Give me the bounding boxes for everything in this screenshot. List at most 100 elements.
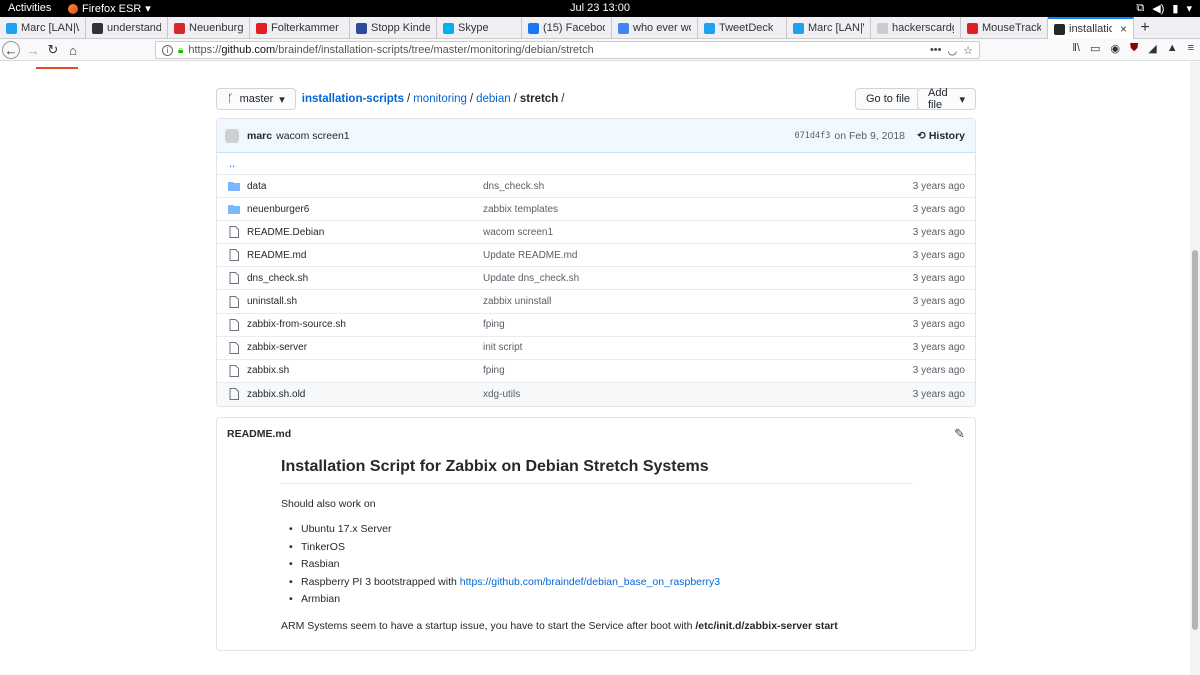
browser-tab[interactable]: hackerscardgame bbox=[871, 17, 961, 39]
megaphone-icon[interactable]: ◢ bbox=[1148, 42, 1156, 55]
url-text[interactable]: https://github.com/braindef/installation… bbox=[188, 44, 593, 56]
sidebar-icon[interactable]: ▭ bbox=[1090, 42, 1100, 55]
breadcrumb-current: stretch bbox=[519, 93, 559, 105]
file-row[interactable]: data dns_check.sh 3 years ago bbox=[217, 175, 975, 199]
go-to-file-button[interactable]: Go to file bbox=[855, 88, 922, 110]
file-commit-message[interactable]: fping bbox=[483, 365, 913, 376]
file-row[interactable]: uninstall.sh zabbix uninstall 3 years ago bbox=[217, 290, 975, 314]
system-tray[interactable]: ⧉ ◀) ▮ ▾ bbox=[1136, 2, 1192, 15]
extension-icon[interactable]: ◉ bbox=[1110, 42, 1120, 55]
readme-list-item: Raspberry PI 3 bootstrapped with https:/… bbox=[281, 574, 913, 592]
page-scrollbar[interactable] bbox=[1190, 62, 1200, 675]
history-link[interactable]: ⟲ History bbox=[917, 130, 965, 142]
lock-icon[interactable]: 🔒︎ bbox=[178, 45, 183, 56]
file-commit-age: 3 years ago bbox=[912, 272, 965, 284]
edit-pencil-icon[interactable]: ✎ bbox=[954, 426, 965, 442]
scrollbar-thumb[interactable] bbox=[1192, 250, 1198, 630]
close-tab-icon[interactable]: × bbox=[1120, 22, 1127, 36]
file-commit-message[interactable]: init script bbox=[483, 342, 913, 353]
extension-icon[interactable]: ▲ bbox=[1167, 42, 1178, 55]
file-name-link[interactable]: README.Debian bbox=[247, 227, 483, 238]
file-icon bbox=[227, 295, 241, 308]
readme-list-item: Ubuntu 17.x Server bbox=[281, 521, 913, 539]
browser-tab[interactable]: (15) Facebook bbox=[522, 17, 612, 39]
commit-sha[interactable]: 071d4f3 bbox=[795, 131, 831, 141]
file-name-link[interactable]: dns_check.sh bbox=[247, 273, 483, 284]
file-name-link[interactable]: neuenburger6 bbox=[247, 204, 483, 215]
file-name-link[interactable]: zabbix.sh.old bbox=[247, 389, 483, 400]
file-commit-message[interactable]: fping bbox=[483, 319, 913, 330]
app-menu[interactable]: Firefox ESR ▾ bbox=[68, 2, 151, 15]
pocket-icon[interactable]: ◡ bbox=[948, 44, 958, 57]
avatar[interactable] bbox=[225, 128, 239, 143]
browser-tab[interactable]: installation × bbox=[1048, 17, 1134, 39]
readme-link[interactable]: https://github.com/braindef/debian_base_… bbox=[460, 576, 720, 588]
file-name-link[interactable]: zabbix-from-source.sh bbox=[247, 319, 483, 330]
parent-directory-link[interactable]: .. bbox=[217, 153, 975, 175]
file-row[interactable]: zabbix.sh.old xdg-utils 3 years ago bbox=[217, 382, 975, 406]
file-commit-age: 3 years ago bbox=[912, 388, 965, 400]
file-icon bbox=[227, 364, 241, 377]
file-name-link[interactable]: zabbix-server bbox=[247, 342, 483, 353]
file-row[interactable]: README.md Update README.md 3 years ago bbox=[217, 244, 975, 268]
browser-tab[interactable]: MouseTracker bbox=[961, 17, 1048, 39]
file-commit-message[interactable]: xdg-utils bbox=[483, 389, 913, 400]
back-button[interactable]: ← bbox=[2, 41, 20, 59]
home-button[interactable]: ⌂ bbox=[64, 41, 82, 59]
page-actions-icon[interactable]: ••• bbox=[930, 44, 942, 57]
file-row[interactable]: zabbix-from-source.sh fping 3 years ago bbox=[217, 314, 975, 337]
browser-tab[interactable]: Neuenburgers bbox=[168, 17, 250, 39]
bookmark-star-icon[interactable]: ☆ bbox=[963, 44, 973, 57]
browser-tab[interactable]: Marc [LAN|W bbox=[0, 17, 86, 39]
file-row[interactable]: zabbix-server init script 3 years ago bbox=[217, 337, 975, 360]
file-commit-message[interactable]: dns_check.sh bbox=[483, 181, 913, 192]
activities-button[interactable]: Activities bbox=[8, 2, 51, 14]
forward-button[interactable]: → bbox=[24, 41, 42, 59]
file-name-link[interactable]: uninstall.sh bbox=[247, 296, 483, 307]
toolbar-extensions: ‖\ ▭ ◉ ⛊ ◢ ▲ ≡ bbox=[1072, 42, 1194, 55]
url-scheme: https:// bbox=[188, 44, 222, 56]
file-row[interactable]: zabbix.sh fping 3 years ago bbox=[217, 360, 975, 383]
ublock-icon[interactable]: ⛊ bbox=[1130, 42, 1138, 55]
file-name-link[interactable]: zabbix.sh bbox=[247, 365, 483, 376]
readme-note-command: /etc/init.d/zabbix-server start bbox=[695, 619, 838, 632]
info-icon[interactable]: i bbox=[162, 44, 173, 56]
readme-intro: Should also work on bbox=[281, 498, 376, 510]
file-row[interactable]: README.Debian wacom screen1 3 years ago bbox=[217, 221, 975, 245]
readme-list-text: TinkerOS bbox=[301, 540, 345, 553]
file-row[interactable]: neuenburger6 zabbix templates 3 years ago bbox=[217, 198, 975, 222]
menu-icon[interactable]: ≡ bbox=[1188, 42, 1194, 55]
file-commit-message[interactable]: zabbix templates bbox=[483, 204, 913, 215]
file-commit-message[interactable]: wacom screen1 bbox=[483, 227, 913, 238]
browser-tab[interactable]: who ever woke bbox=[612, 17, 698, 39]
commit-date: on Feb 9, 2018 bbox=[834, 129, 905, 142]
clock[interactable]: Jul 23 13:00 bbox=[0, 2, 1200, 14]
url-bar[interactable]: i 🔒︎ https://github.com/braindef/install… bbox=[155, 41, 980, 59]
file-row[interactable]: dns_check.sh Update dns_check.sh 3 years a… bbox=[217, 267, 975, 291]
file-commit-message[interactable]: zabbix uninstall bbox=[483, 296, 913, 307]
branch-select-button[interactable]: ᚴ master ▾ bbox=[216, 88, 296, 110]
breadcrumb-link-monitoring[interactable]: monitoring bbox=[413, 93, 467, 105]
file-commit-message[interactable]: Update README.md bbox=[483, 250, 913, 261]
file-name-link[interactable]: README.md bbox=[247, 250, 483, 261]
commit-author[interactable]: marc bbox=[247, 130, 272, 142]
file-icon bbox=[227, 249, 241, 262]
browser-tab[interactable]: TweetDeck bbox=[698, 17, 787, 39]
network-icon: ⧉ bbox=[1136, 2, 1145, 14]
commit-message[interactable]: wacom screen1 bbox=[276, 130, 350, 142]
breadcrumb-repo-link[interactable]: installation-scripts bbox=[302, 93, 404, 105]
breadcrumb-link-debian[interactable]: debian bbox=[476, 93, 511, 105]
browser-tab[interactable]: Stopp Kinderp bbox=[350, 17, 437, 39]
reload-button[interactable]: ↻ bbox=[44, 41, 62, 59]
new-tab-button[interactable]: + bbox=[1134, 17, 1156, 39]
library-icon[interactable]: ‖\ bbox=[1072, 42, 1080, 55]
file-name-link[interactable]: data bbox=[247, 181, 483, 192]
browser-tab[interactable]: Skype bbox=[437, 17, 522, 39]
browser-tab[interactable]: Marc [LAN|W bbox=[787, 17, 871, 39]
file-commit-message[interactable]: Update dns_check.sh bbox=[483, 273, 913, 284]
add-file-button[interactable]: Add file ▾ bbox=[917, 87, 976, 111]
browser-tab[interactable]: Folterkammer bbox=[250, 17, 350, 39]
folder-icon bbox=[227, 181, 241, 192]
browser-tab[interactable]: understanding bbox=[86, 17, 168, 39]
readme-list: Ubuntu 17.x Server TinkerOS Rasbian Raspber… bbox=[281, 521, 913, 609]
